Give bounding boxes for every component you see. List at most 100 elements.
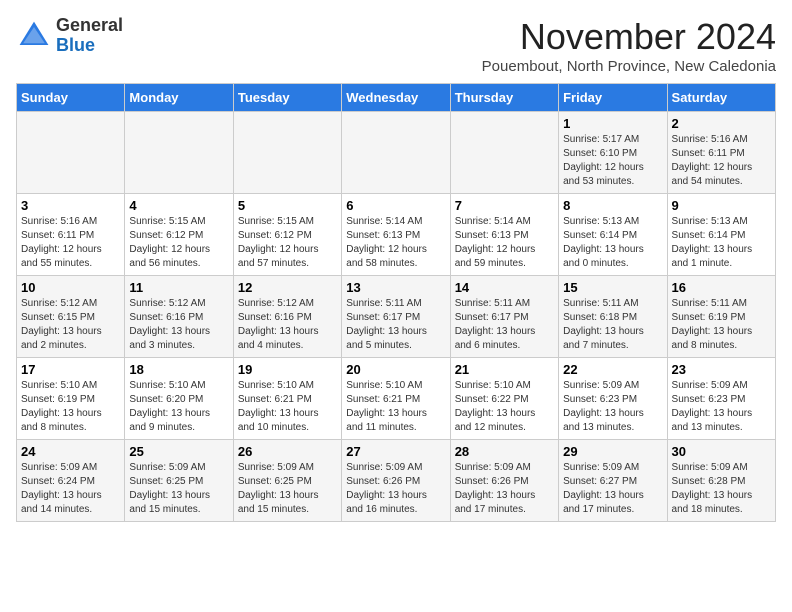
day-info: Sunrise: 5:14 AM Sunset: 6:13 PM Dayligh… [455, 215, 554, 271]
calendar-cell: 29 Sunrise: 5:09 AM Sunset: 6:27 PM Dayli… [559, 440, 667, 522]
calendar-cell: 16 Sunrise: 5:11 AM Sunset: 6:19 PM Dayli… [667, 276, 775, 358]
day-info: Sunrise: 5:12 AM Sunset: 6:15 PM Dayligh… [21, 297, 120, 353]
day-number: 9 [672, 198, 771, 213]
day-number: 15 [563, 280, 662, 295]
calendar-cell: 17 Sunrise: 5:10 AM Sunset: 6:19 PM Dayli… [17, 358, 125, 440]
title-block: November 2024 Pouembout, North Province,… [482, 16, 776, 75]
calendar-cell: 3 Sunrise: 5:16 AM Sunset: 6:11 PM Daylig… [17, 194, 125, 276]
calendar-cell: 5Sunrise: 5:15 AM Sunset: 6:12 PM Daylig… [233, 194, 341, 276]
calendar-cell: 12 Sunrise: 5:12 AM Sunset: 6:16 PM Dayli… [233, 276, 341, 358]
weekday-header: Friday [559, 84, 667, 112]
day-number: 13 [346, 280, 445, 295]
calendar-cell: 1 Sunrise: 5:17 AM Sunset: 6:10 PM Daylig… [559, 112, 667, 194]
day-number: 20 [346, 362, 445, 377]
calendar-cell: 26 Sunrise: 5:09 AM Sunset: 6:25 PM Dayli… [233, 440, 341, 522]
weekday-header: Tuesday [233, 84, 341, 112]
day-info: Sunrise: 5:15 AM Sunset: 6:12 PM Dayligh… [238, 215, 337, 271]
day-info: Sunrise: 5:11 AM Sunset: 6:17 PM Dayligh… [455, 297, 554, 353]
calendar-cell: 22Sunrise: 5:09 AM Sunset: 6:23 PM Dayli… [559, 358, 667, 440]
day-number: 24 [21, 444, 120, 459]
day-number: 17 [21, 362, 120, 377]
day-info: Sunrise: 5:09 AM Sunset: 6:24 PM Dayligh… [21, 461, 120, 517]
day-info: Sunrise: 5:17 AM Sunset: 6:10 PM Dayligh… [563, 133, 662, 189]
calendar-cell: 21 Sunrise: 5:10 AM Sunset: 6:22 PM Dayli… [450, 358, 558, 440]
day-info: Sunrise: 5:13 AM Sunset: 6:14 PM Dayligh… [563, 215, 662, 271]
day-number: 10 [21, 280, 120, 295]
day-info: Sunrise: 5:10 AM Sunset: 6:22 PM Dayligh… [455, 379, 554, 435]
day-info: Sunrise: 5:09 AM Sunset: 6:25 PM Dayligh… [238, 461, 337, 517]
calendar-cell: 23 Sunrise: 5:09 AM Sunset: 6:23 PM Dayli… [667, 358, 775, 440]
day-number: 22 [563, 362, 662, 377]
calendar-cell [233, 112, 341, 194]
day-number: 28 [455, 444, 554, 459]
calendar-cell: 30 Sunrise: 5:09 AM Sunset: 6:28 PM Dayli… [667, 440, 775, 522]
calendar-cell: 6 Sunrise: 5:14 AM Sunset: 6:13 PM Daylig… [342, 194, 450, 276]
calendar-table: SundayMondayTuesdayWednesdayThursdayFrid… [16, 83, 776, 522]
day-info: Sunrise: 5:14 AM Sunset: 6:13 PM Dayligh… [346, 215, 445, 271]
day-info: Sunrise: 5:10 AM Sunset: 6:19 PM Dayligh… [21, 379, 120, 435]
day-number: 1 [563, 116, 662, 131]
day-info: Sunrise: 5:12 AM Sunset: 6:16 PM Dayligh… [238, 297, 337, 353]
day-info: Sunrise: 5:09 AM Sunset: 6:23 PM Dayligh… [672, 379, 771, 435]
calendar-cell [450, 112, 558, 194]
day-info: Sunrise: 5:09 AM Sunset: 6:26 PM Dayligh… [346, 461, 445, 517]
calendar-cell: 19Sunrise: 5:10 AM Sunset: 6:21 PM Dayli… [233, 358, 341, 440]
day-info: Sunrise: 5:10 AM Sunset: 6:20 PM Dayligh… [129, 379, 228, 435]
calendar-cell [342, 112, 450, 194]
day-number: 23 [672, 362, 771, 377]
calendar-cell: 15 Sunrise: 5:11 AM Sunset: 6:18 PM Dayli… [559, 276, 667, 358]
day-info: Sunrise: 5:11 AM Sunset: 6:19 PM Dayligh… [672, 297, 771, 353]
day-number: 8 [563, 198, 662, 213]
calendar-cell [125, 112, 233, 194]
calendar-cell: 28 Sunrise: 5:09 AM Sunset: 6:26 PM Dayli… [450, 440, 558, 522]
day-number: 3 [21, 198, 120, 213]
day-number: 30 [672, 444, 771, 459]
day-number: 18 [129, 362, 228, 377]
calendar-cell: 18 Sunrise: 5:10 AM Sunset: 6:20 PM Dayli… [125, 358, 233, 440]
calendar-cell: 13 Sunrise: 5:11 AM Sunset: 6:17 PM Dayli… [342, 276, 450, 358]
weekday-header: Saturday [667, 84, 775, 112]
day-info: Sunrise: 5:13 AM Sunset: 6:14 PM Dayligh… [672, 215, 771, 271]
logo: General Blue [16, 16, 123, 56]
calendar-cell: 7 Sunrise: 5:14 AM Sunset: 6:13 PM Daylig… [450, 194, 558, 276]
calendar-cell: 8 Sunrise: 5:13 AM Sunset: 6:14 PM Daylig… [559, 194, 667, 276]
day-number: 14 [455, 280, 554, 295]
calendar-week-row: 3 Sunrise: 5:16 AM Sunset: 6:11 PM Daylig… [17, 194, 776, 276]
day-info: Sunrise: 5:12 AM Sunset: 6:16 PM Dayligh… [129, 297, 228, 353]
day-number: 25 [129, 444, 228, 459]
weekday-header: Thursday [450, 84, 558, 112]
calendar-cell: 9 Sunrise: 5:13 AM Sunset: 6:14 PM Daylig… [667, 194, 775, 276]
day-info: Sunrise: 5:11 AM Sunset: 6:18 PM Dayligh… [563, 297, 662, 353]
day-info: Sunrise: 5:10 AM Sunset: 6:21 PM Dayligh… [346, 379, 445, 435]
day-number: 16 [672, 280, 771, 295]
calendar-cell: 2Sunrise: 5:16 AM Sunset: 6:11 PM Daylig… [667, 112, 775, 194]
calendar-cell [17, 112, 125, 194]
day-number: 7 [455, 198, 554, 213]
day-number: 6 [346, 198, 445, 213]
logo-icon [16, 18, 52, 54]
weekday-header: Monday [125, 84, 233, 112]
logo-blue: Blue [56, 35, 95, 55]
day-info: Sunrise: 5:09 AM Sunset: 6:25 PM Dayligh… [129, 461, 228, 517]
day-number: 4 [129, 198, 228, 213]
calendar-cell: 10 Sunrise: 5:12 AM Sunset: 6:15 PM Dayli… [17, 276, 125, 358]
calendar-cell: 25 Sunrise: 5:09 AM Sunset: 6:25 PM Dayli… [125, 440, 233, 522]
day-info: Sunrise: 5:09 AM Sunset: 6:27 PM Dayligh… [563, 461, 662, 517]
calendar-cell: 24 Sunrise: 5:09 AM Sunset: 6:24 PM Dayli… [17, 440, 125, 522]
day-info: Sunrise: 5:09 AM Sunset: 6:26 PM Dayligh… [455, 461, 554, 517]
day-info: Sunrise: 5:16 AM Sunset: 6:11 PM Dayligh… [21, 215, 120, 271]
day-info: Sunrise: 5:11 AM Sunset: 6:17 PM Dayligh… [346, 297, 445, 353]
day-number: 19 [238, 362, 337, 377]
page-header: General Blue November 2024 Pouembout, No… [16, 16, 776, 75]
day-number: 21 [455, 362, 554, 377]
day-number: 2 [672, 116, 771, 131]
day-info: Sunrise: 5:09 AM Sunset: 6:28 PM Dayligh… [672, 461, 771, 517]
weekday-header: Sunday [17, 84, 125, 112]
day-number: 12 [238, 280, 337, 295]
calendar-cell: 4Sunrise: 5:15 AM Sunset: 6:12 PM Daylig… [125, 194, 233, 276]
day-number: 29 [563, 444, 662, 459]
calendar-cell: 20 Sunrise: 5:10 AM Sunset: 6:21 PM Dayli… [342, 358, 450, 440]
day-number: 26 [238, 444, 337, 459]
calendar-week-row: 1 Sunrise: 5:17 AM Sunset: 6:10 PM Daylig… [17, 112, 776, 194]
calendar-cell: 27Sunrise: 5:09 AM Sunset: 6:26 PM Dayli… [342, 440, 450, 522]
